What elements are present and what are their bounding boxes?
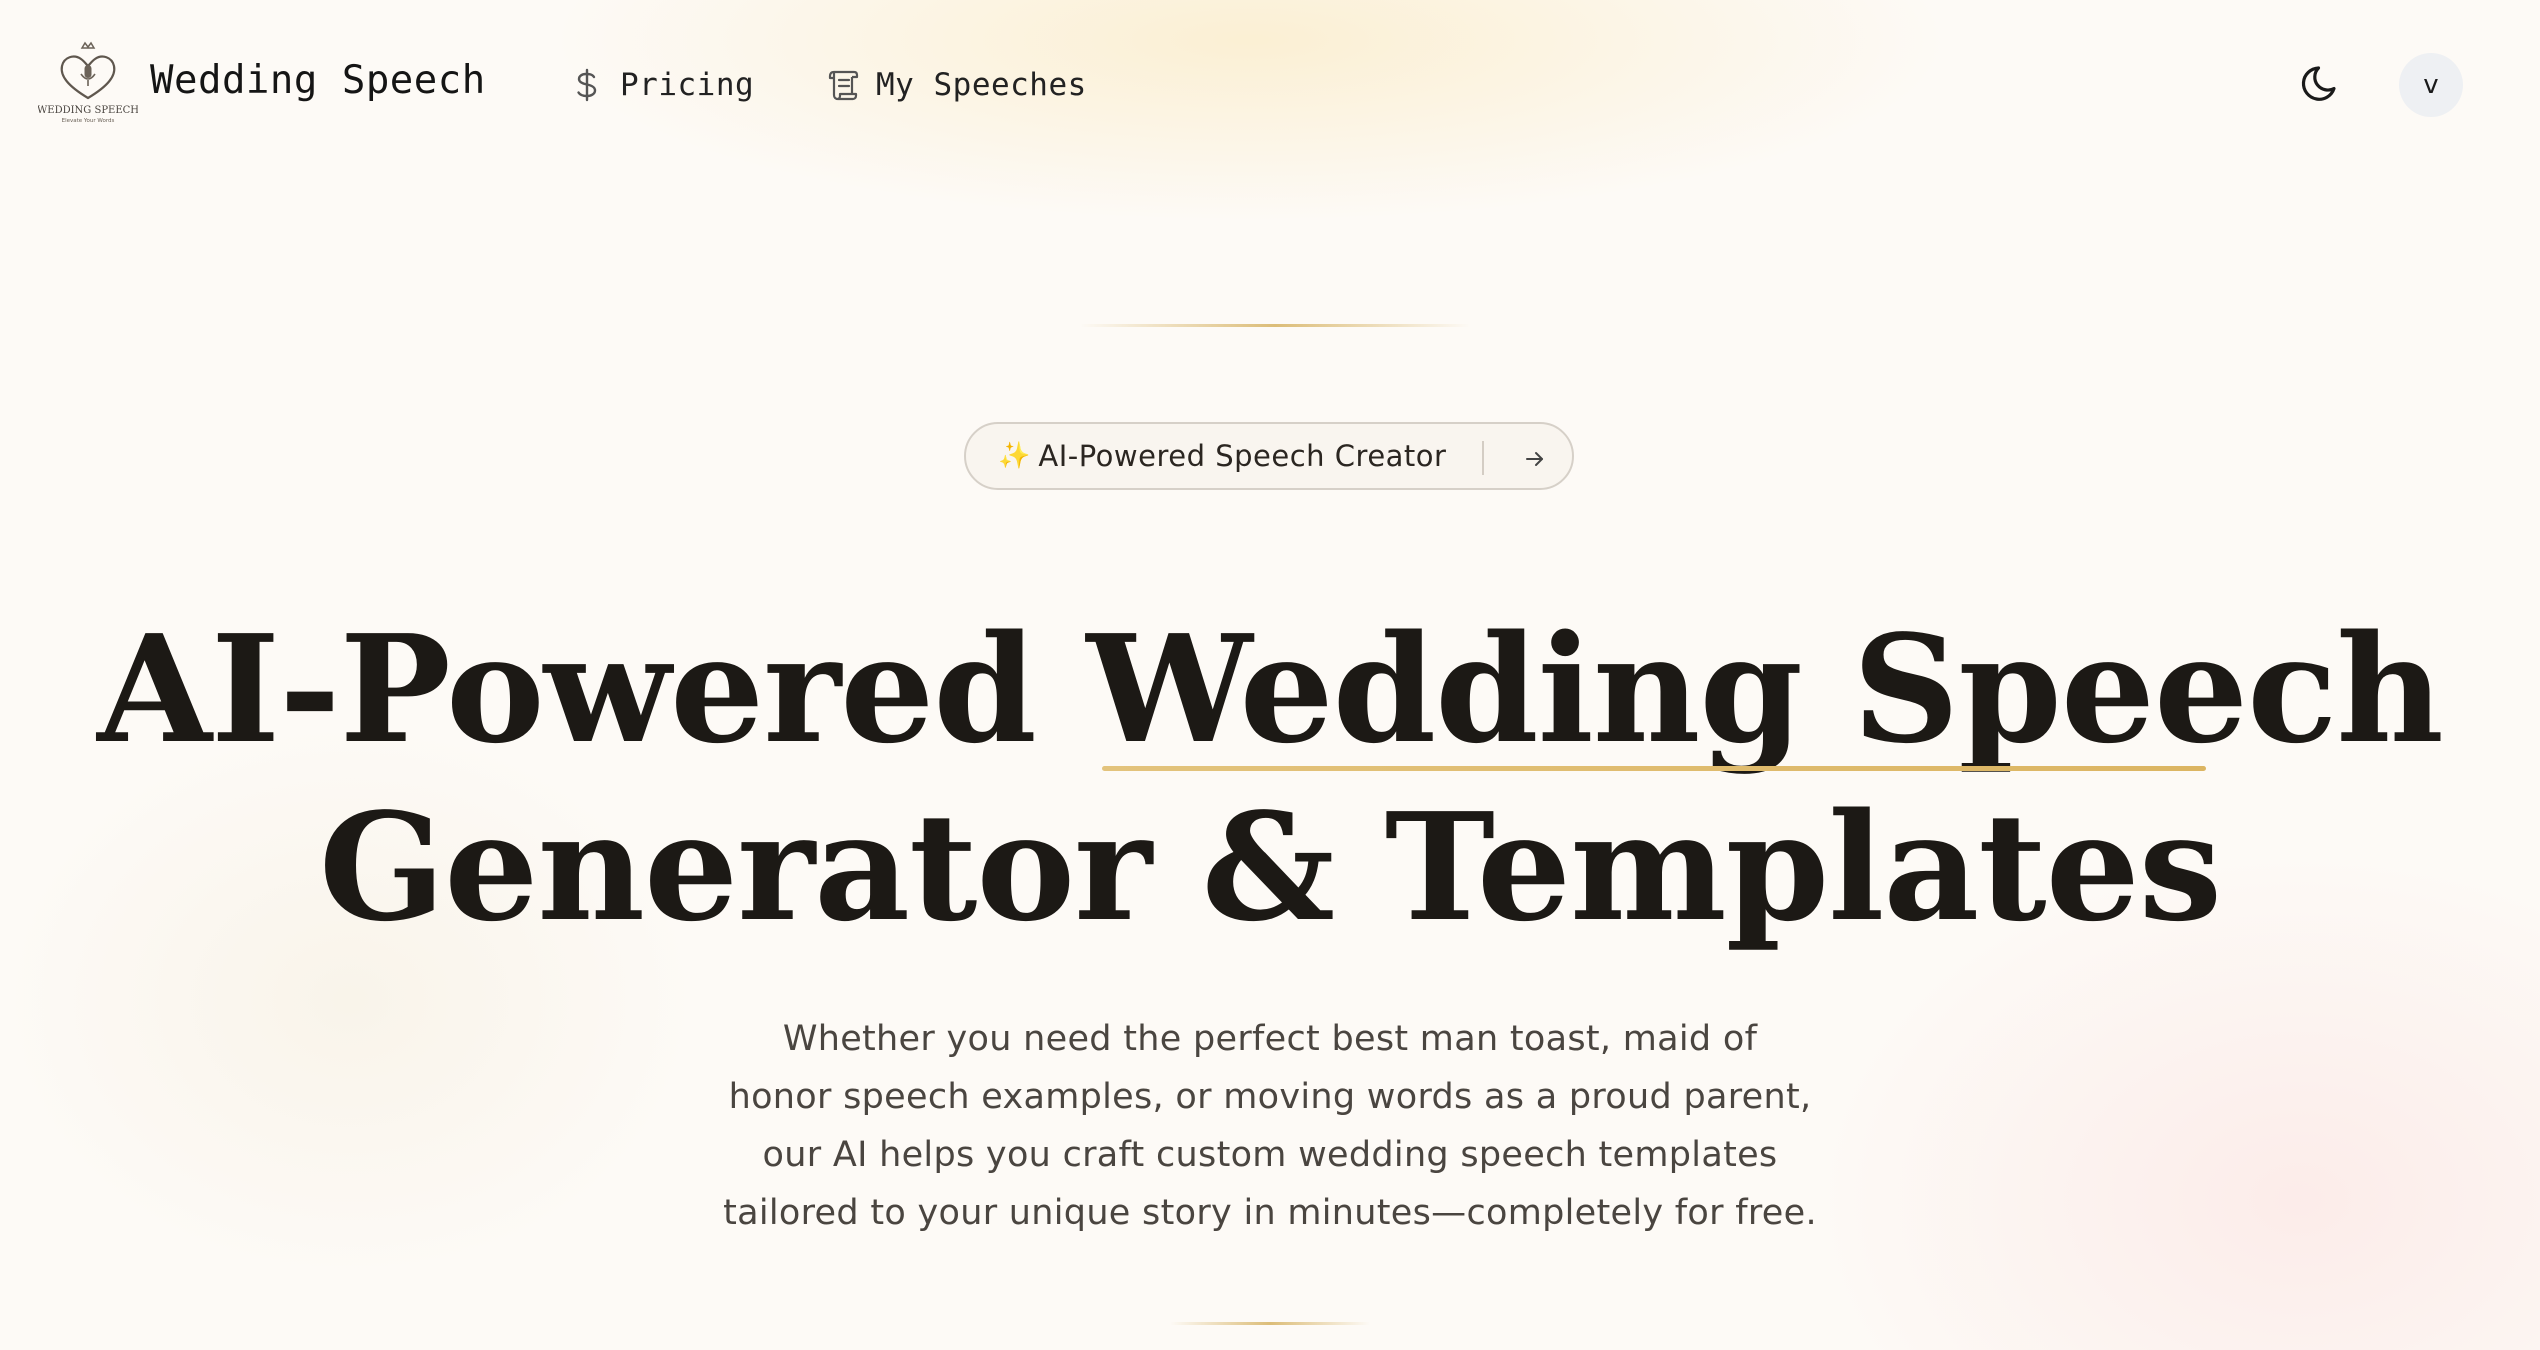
badge-divider — [1482, 441, 1484, 475]
ai-speech-creator-badge[interactable]: ✨ AI-Powered Speech Creator — [964, 422, 1574, 490]
hero-subtitle-line: Whether you need the perfect best man to… — [782, 1019, 1758, 1059]
brand-logo[interactable]: WEDDING SPEECH Elevate Your Words — [37, 40, 139, 126]
hero-subtitle-line: our AI helps you craft custom wedding sp… — [762, 1135, 1778, 1175]
dollar-icon — [570, 68, 604, 102]
logo-text: WEDDING SPEECH — [38, 105, 138, 116]
brand-name[interactable]: Wedding Speech — [150, 58, 486, 103]
moon-icon — [2298, 62, 2342, 110]
logo-tagline: Elevate Your Words — [62, 118, 115, 124]
badge-label: AI-Powered Speech Creator — [1038, 439, 1447, 473]
scroll-icon — [826, 68, 860, 102]
arrow-right-icon — [1518, 442, 1552, 476]
nav-link-my-speeches[interactable]: My Speeches — [826, 62, 1087, 108]
hero-subtitle-line: honor speech examples, or moving words a… — [728, 1077, 1812, 1117]
theme-toggle-button[interactable] — [2290, 56, 2350, 116]
decorative-divider-top — [1080, 324, 1470, 327]
hero-title-line-1: AI-Powered Wedding Speech — [97, 602, 2444, 776]
nav-link-my-speeches-label: My Speeches — [876, 67, 1087, 103]
hero-subtitle-line: tailored to your unique story in minutes… — [723, 1193, 1817, 1233]
hero-subtitle: Whether you need the perfect best man to… — [670, 1010, 1870, 1242]
sparkle-icon: ✨ — [998, 441, 1031, 471]
nav-link-pricing[interactable]: Pricing — [570, 62, 754, 108]
hero-title: AI-Powered Wedding Speech Generator & Te… — [0, 600, 2540, 956]
user-avatar[interactable]: v — [2399, 53, 2463, 117]
title-accent-underline — [1102, 766, 2206, 771]
hero-title-line-2: Generator & Templates — [318, 780, 2222, 954]
top-navbar: WEDDING SPEECH Elevate Your Words Weddin… — [0, 0, 2540, 170]
nav-link-pricing-label: Pricing — [620, 67, 755, 103]
decorative-divider-bottom — [1170, 1322, 1370, 1325]
